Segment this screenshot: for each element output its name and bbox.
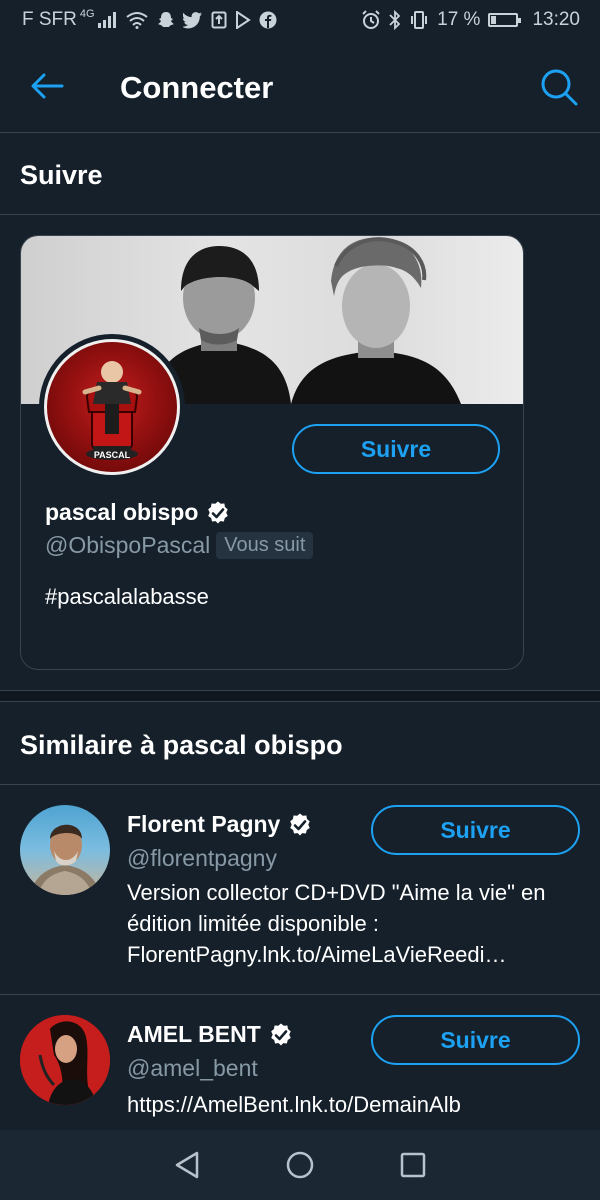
- user-name[interactable]: Florent Pagny: [127, 811, 280, 838]
- battery-percent: 17 %: [437, 9, 481, 30]
- snapchat-icon: [157, 12, 174, 27]
- user-name-row: Florent Pagny: [127, 811, 312, 838]
- nav-recents-icon[interactable]: [393, 1145, 433, 1185]
- status-time: 13:20: [532, 9, 580, 30]
- follows-you-badge: Vous suit: [216, 532, 314, 559]
- avatar-photo: [30, 824, 100, 895]
- carrier-label: F SFR: [22, 9, 77, 30]
- wifi-icon: [125, 12, 148, 29]
- system-navigation-bar: [0, 1130, 600, 1200]
- featured-name-row: pascal obispo: [45, 499, 230, 526]
- suggested-section-title: Suivre: [20, 160, 103, 190]
- verified-badge-icon: [270, 1022, 291, 1046]
- status-bar-left: F SFR 4G: [22, 8, 277, 31]
- section-divider: [0, 214, 600, 215]
- avatar-caption: PASCAL: [93, 450, 131, 460]
- follow-button[interactable]: Suivre: [371, 1015, 580, 1065]
- featured-user-card[interactable]: PASCAL Suivre pascal obispo @ObispoPasca…: [20, 235, 524, 670]
- status-bar-right: 17 % 13:20: [361, 9, 580, 31]
- verified-badge-icon: [208, 500, 229, 524]
- user-bio[interactable]: Version collector CD+DVD "Aime la vie" e…: [127, 877, 567, 970]
- follow-button[interactable]: Suivre: [292, 424, 500, 474]
- nav-back-icon[interactable]: [167, 1145, 207, 1185]
- search-icon[interactable]: [540, 68, 578, 106]
- page-title: Connecter: [120, 70, 274, 105]
- user-name-row: AMEL BENT: [127, 1021, 293, 1048]
- user-bio[interactable]: https://AmelBent.lnk.to/DemainAlb: [127, 1089, 567, 1120]
- featured-handle-row: @ObispoPascal Vous suit: [45, 532, 314, 559]
- user-avatar[interactable]: [20, 1015, 110, 1105]
- nav-home-icon[interactable]: [280, 1145, 320, 1185]
- user-handle: @amel_bent: [127, 1055, 258, 1081]
- signal-icon: [97, 12, 116, 28]
- user-handle: @florentpagny: [127, 845, 277, 871]
- vibrate-icon: [411, 11, 428, 29]
- list-item[interactable]: Florent Pagny @florentpagny Version coll…: [0, 785, 600, 994]
- upload-icon: [211, 11, 227, 29]
- featured-handle: @ObispoPascal: [45, 532, 211, 558]
- status-bar: F SFR 4G 17 % 13:20: [0, 0, 600, 40]
- similar-section-title: Similaire à pascal obispo: [20, 730, 343, 760]
- back-arrow-icon[interactable]: [30, 72, 64, 100]
- alarm-icon: [362, 10, 380, 29]
- featured-bio[interactable]: #pascalalabasse: [45, 581, 209, 612]
- battery-icon: [488, 13, 522, 27]
- play-store-icon: [235, 11, 251, 29]
- user-name[interactable]: AMEL BENT: [127, 1021, 261, 1048]
- bluetooth-icon: [389, 10, 401, 30]
- featured-name[interactable]: pascal obispo: [45, 499, 198, 526]
- list-item[interactable]: AMEL BENT @amel_bent https://AmelBent.ln…: [0, 995, 600, 1130]
- user-avatar[interactable]: [20, 805, 110, 895]
- twitter-icon: [182, 11, 202, 28]
- section-separator: [0, 690, 600, 702]
- facebook-icon: [259, 11, 277, 29]
- banner-person-right: [291, 237, 461, 404]
- top-app-bar: Connecter: [0, 40, 600, 133]
- featured-avatar[interactable]: PASCAL: [39, 334, 185, 480]
- follow-button[interactable]: Suivre: [371, 805, 580, 855]
- avatar-photo: [20, 1015, 110, 1105]
- network-type-label: 4G: [79, 8, 95, 20]
- verified-badge-icon: [290, 812, 311, 836]
